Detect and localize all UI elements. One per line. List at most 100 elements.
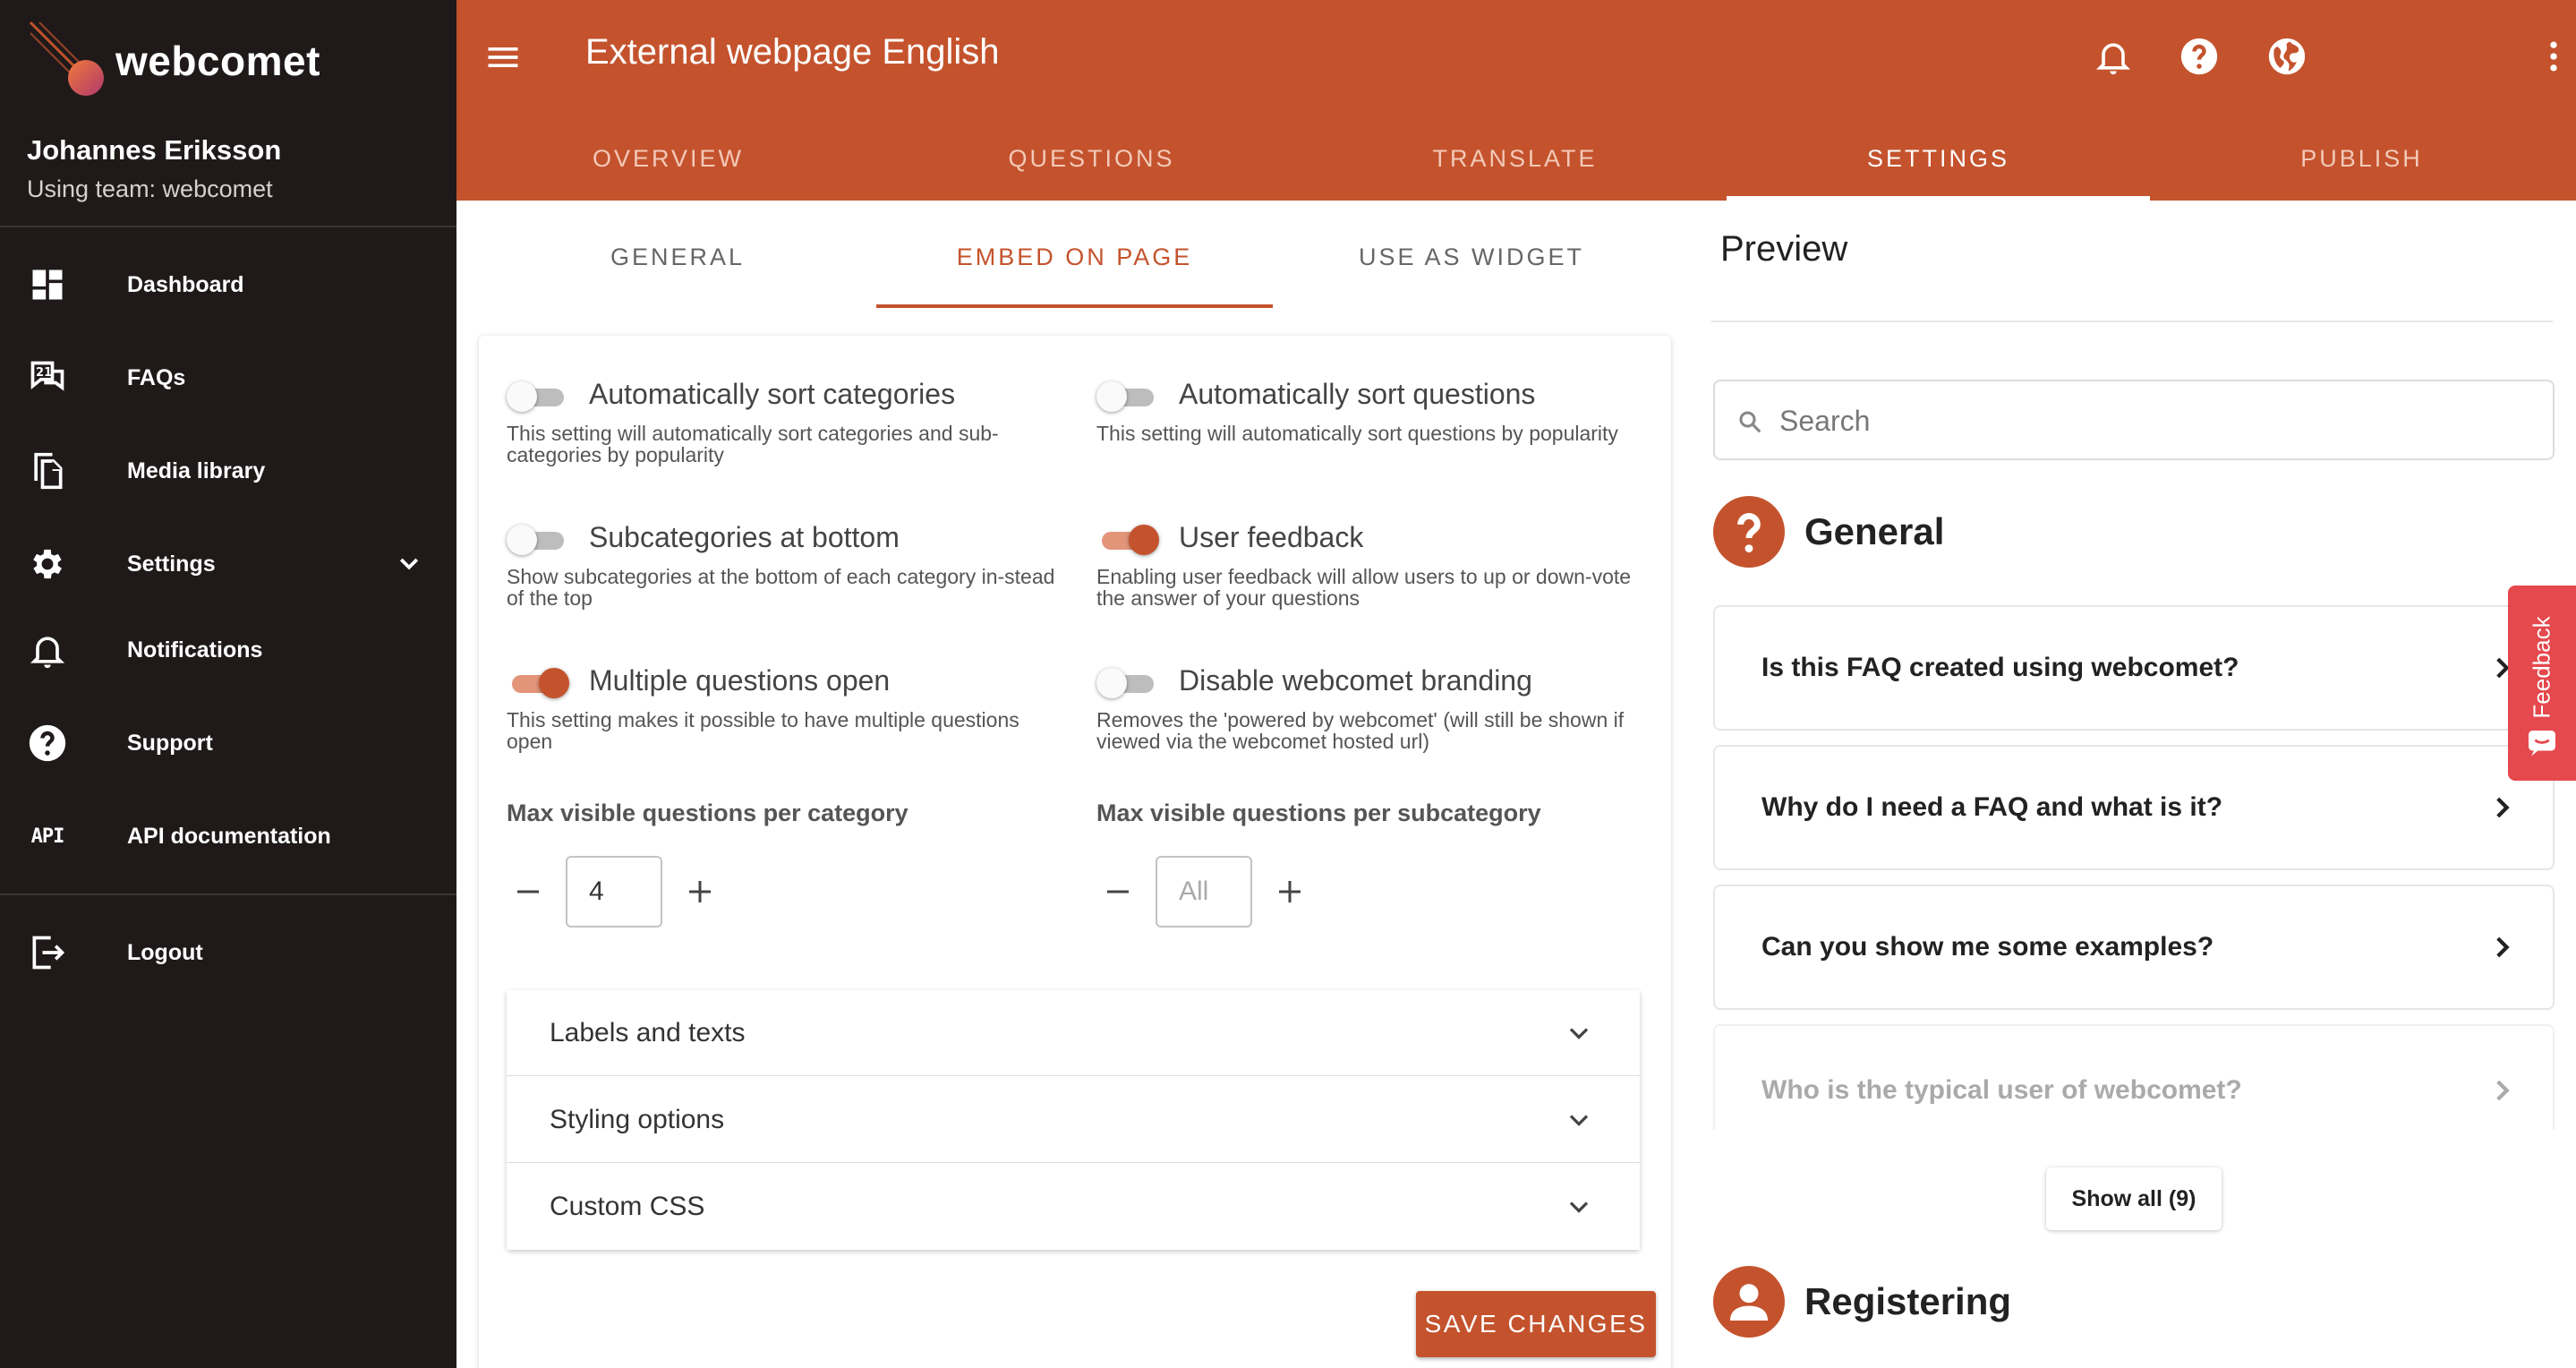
minus-icon <box>517 890 539 893</box>
sidebar-item-settings[interactable]: Settings <box>0 528 456 600</box>
more-vert-icon[interactable] <box>2531 34 2576 79</box>
chat-icon <box>2529 731 2555 757</box>
feedback-tab[interactable]: Feedback <box>2508 586 2576 781</box>
help-icon[interactable] <box>2177 34 2222 79</box>
setting-title: Automatically sort questions <box>1179 378 1536 410</box>
comet-logo-icon <box>29 21 104 96</box>
faq-icon: 21 <box>27 357 68 398</box>
increment-button[interactable] <box>1270 872 1309 911</box>
sidebar-item-logout[interactable]: Logout <box>0 917 456 988</box>
tab-publish[interactable]: PUBLISH <box>2150 116 2573 201</box>
tab-settings[interactable]: SETTINGS <box>1727 116 2150 201</box>
setting-description: This setting will automatically sort cat… <box>507 422 999 466</box>
globe-icon[interactable] <box>2265 34 2309 79</box>
page-title: External webpage English <box>585 32 1000 72</box>
sidebar-item-label: Logout <box>127 939 203 965</box>
subtab-general[interactable]: GENERAL <box>479 206 876 308</box>
user-name: Johannes Eriksson <box>27 134 282 166</box>
faq-question[interactable]: Who is the typical user of webcomet? <box>1713 1024 2555 1130</box>
accordion-label: Labels and texts <box>550 1017 746 1047</box>
accordion-label: Styling options <box>550 1104 725 1134</box>
faq-question-text: Who is the typical user of webcomet? <box>1761 1075 2242 1105</box>
setting-description: Enabling user feedback will allow users … <box>1096 565 1632 610</box>
menu-icon[interactable] <box>483 38 523 77</box>
sidebar-item-faqs[interactable]: 21 FAQs <box>0 342 456 414</box>
sidebar-divider <box>0 226 456 227</box>
faq-question-text: Why do I need a FAQ and what is it? <box>1761 792 2223 822</box>
setting-title: Subcategories at bottom <box>589 521 900 553</box>
brand-name: webcomet <box>115 38 320 84</box>
max-per-subcategory-input[interactable] <box>1156 856 1252 928</box>
category-title: Registering <box>1804 1280 2012 1322</box>
help-icon <box>1713 496 1785 568</box>
search-input[interactable] <box>1779 398 2513 444</box>
faq-question-text: Is this FAQ created using webcomet? <box>1761 653 2239 682</box>
toggle-switch[interactable] <box>1096 381 1159 412</box>
preview-divider <box>1711 321 2553 322</box>
save-changes-button[interactable]: SAVE CHANGES <box>1416 1291 1656 1357</box>
sidebar-item-label: Notifications <box>127 637 263 663</box>
accordion-labels-and-texts[interactable]: Labels and texts <box>507 990 1640 1076</box>
sidebar-divider <box>0 893 456 895</box>
user-info: Johannes Eriksson Using team: webcomet <box>27 134 281 203</box>
sidebar-item-dashboard[interactable]: Dashboard <box>0 249 456 321</box>
feedback-label: Feedback <box>2528 615 2555 719</box>
chevron-right-icon <box>2496 936 2510 958</box>
top-app-bar: External webpage English OVERVIEW QUESTI… <box>456 0 2576 201</box>
toggle-switch[interactable] <box>507 381 569 412</box>
decrement-button[interactable] <box>1098 872 1138 911</box>
sidebar-item-media-library[interactable]: Media library <box>0 435 456 507</box>
tab-questions[interactable]: QUESTIONS <box>880 116 1303 201</box>
user-team: Using team: webcomet <box>27 175 273 202</box>
bell-icon <box>27 629 68 671</box>
setting-title: Multiple questions open <box>589 664 891 697</box>
subtab-use-as-widget[interactable]: USE AS WIDGET <box>1273 206 1670 308</box>
search-icon <box>1739 411 1761 433</box>
faq-question[interactable]: Is this FAQ created using webcomet? <box>1713 605 2555 731</box>
sidebar-item-label: FAQs <box>127 364 186 390</box>
show-all-button[interactable]: Show all (9) <box>2046 1167 2222 1230</box>
plus-icon <box>1279 881 1301 902</box>
chevron-down-icon[interactable] <box>396 551 422 577</box>
setting-description: This setting makes it possible to have m… <box>507 708 1019 753</box>
sidebar-item-label: Support <box>127 730 213 756</box>
setting-title: Automatically sort categories <box>589 378 956 410</box>
chevron-right-icon <box>2496 797 2510 818</box>
bell-icon[interactable] <box>2091 34 2136 79</box>
sidebar-item-api[interactable]: API API documentation <box>0 800 456 872</box>
sidebar-item-label: Media library <box>127 457 266 483</box>
toggle-switch[interactable] <box>507 668 569 698</box>
setting-description: This setting will automatically sort que… <box>1096 422 1618 445</box>
sidebar-item-notifications[interactable]: Notifications <box>0 614 456 686</box>
max-per-category-label: Max visible questions per category <box>507 799 908 826</box>
setting-description: Show subcategories at the bottom of each… <box>507 565 1055 610</box>
sidebar-item-support[interactable]: Support <box>0 707 456 779</box>
accordion-custom-css[interactable]: Custom CSS <box>507 1164 1640 1250</box>
faq-question[interactable]: Why do I need a FAQ and what is it? <box>1713 745 2555 870</box>
decrement-button[interactable] <box>508 872 548 911</box>
accordion-label: Custom CSS <box>550 1192 705 1221</box>
chevron-down-icon <box>1569 1027 1589 1039</box>
setting-title: Disable webcomet branding <box>1179 664 1532 697</box>
faq-question[interactable]: Can you show me some examples? <box>1713 885 2555 1010</box>
sidebar-item-label: Dashboard <box>127 271 244 297</box>
feedback-label-wrap: Feedback <box>2510 609 2574 725</box>
chevron-down-icon <box>1569 1114 1589 1126</box>
toggle-switch[interactable] <box>507 525 569 555</box>
plus-icon <box>689 881 711 902</box>
subtab-embed-on-page[interactable]: EMBED ON PAGE <box>876 206 1273 308</box>
tab-overview[interactable]: OVERVIEW <box>456 116 880 201</box>
chevron-right-icon <box>2496 1080 2510 1101</box>
chevron-down-icon <box>1569 1201 1589 1213</box>
tab-translate[interactable]: TRANSLATE <box>1303 116 1727 201</box>
toggle-switch[interactable] <box>1096 525 1159 555</box>
dashboard-icon <box>27 264 68 305</box>
toggle-switch[interactable] <box>1096 668 1159 698</box>
max-per-category-input[interactable] <box>566 856 662 928</box>
brand[interactable]: webcomet <box>27 16 320 106</box>
accordion-styling-options[interactable]: Styling options <box>507 1077 1640 1163</box>
logout-icon <box>27 932 68 973</box>
increment-button[interactable] <box>680 872 720 911</box>
sidebar-item-label: API documentation <box>127 823 331 849</box>
setting-description: Removes the 'powered by webcomet' (will … <box>1096 708 1625 753</box>
